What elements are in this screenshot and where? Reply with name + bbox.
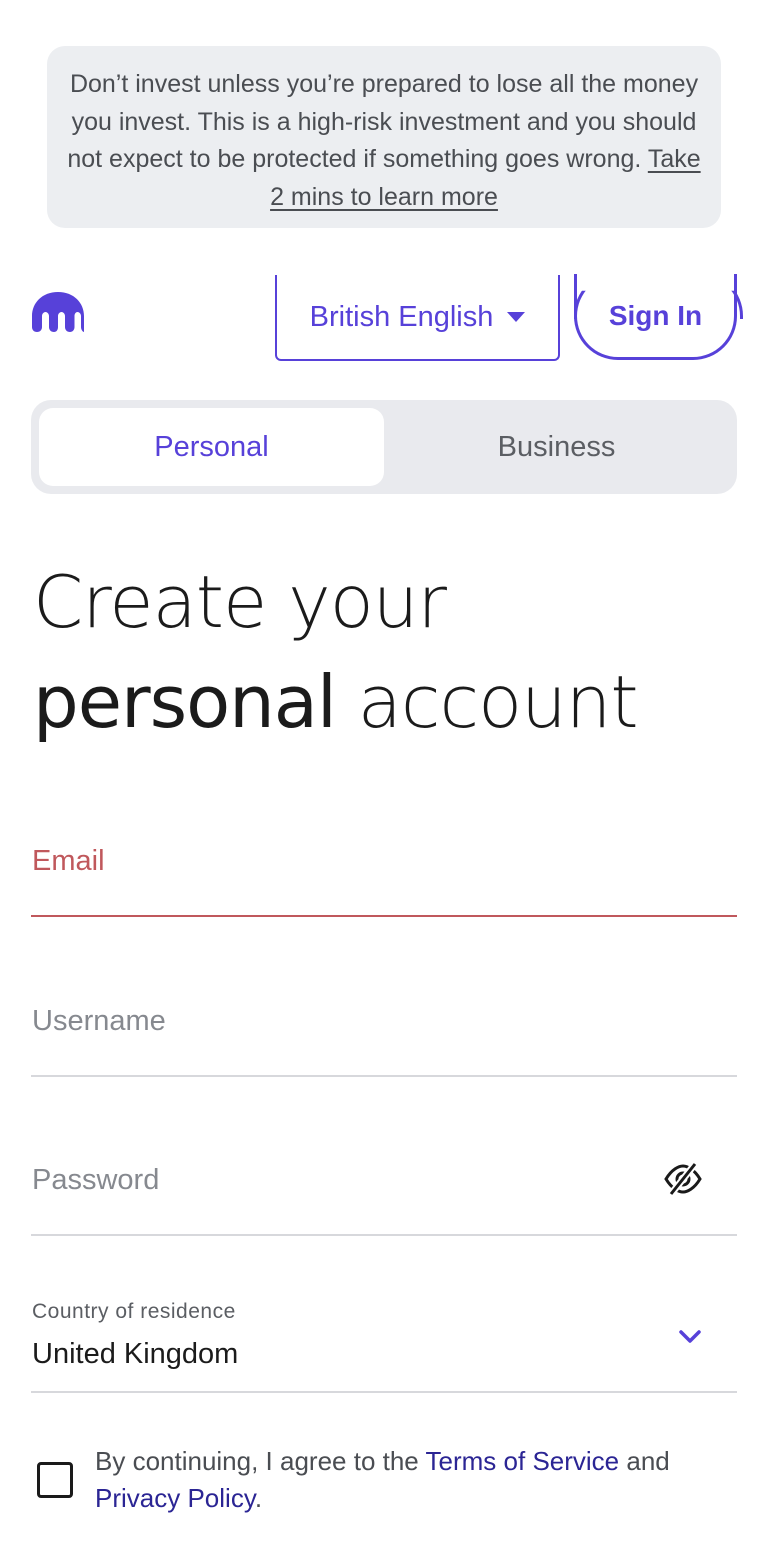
- email-label: Email: [32, 845, 105, 877]
- country-label: Country of residence: [32, 1300, 236, 1323]
- consent-prefix: By continuing, I agree to the: [95, 1446, 426, 1476]
- sign-in-button[interactable]: Sign In: [574, 274, 737, 360]
- page-title-rest: account: [335, 660, 639, 744]
- language-selector[interactable]: British English: [275, 275, 560, 361]
- risk-warning-text: Don’t invest unless you’re prepared to l…: [67, 70, 699, 173]
- page-title-line2: personal account: [33, 652, 743, 752]
- username-label: Username: [32, 1005, 166, 1037]
- tab-personal[interactable]: Personal: [39, 408, 384, 486]
- chevron-down-icon: [679, 1330, 701, 1343]
- consent-text: By continuing, I agree to the Terms of S…: [95, 1443, 745, 1517]
- terms-link[interactable]: Terms of Service: [426, 1446, 620, 1476]
- password-field[interactable]: Password: [31, 1150, 737, 1236]
- password-label: Password: [32, 1164, 160, 1196]
- eye-slash-icon[interactable]: [663, 1162, 703, 1196]
- consent-checkbox[interactable]: [37, 1462, 73, 1498]
- email-field[interactable]: Email: [31, 830, 737, 917]
- username-field[interactable]: Username: [31, 990, 737, 1077]
- sign-in-label: Sign In: [608, 299, 703, 331]
- page-title: Create your personal account: [33, 552, 743, 752]
- caret-down-icon: [507, 312, 526, 322]
- kraken-logo-icon[interactable]: [30, 290, 86, 332]
- page-title-emphasis: personal: [33, 660, 337, 744]
- page-title-line1: Create your: [33, 560, 447, 644]
- consent-suffix: .: [254, 1483, 263, 1513]
- privacy-link[interactable]: Privacy Policy: [95, 1483, 255, 1513]
- language-label: British English: [309, 300, 494, 333]
- country-value: United Kingdom: [32, 1338, 239, 1370]
- country-select[interactable]: Country of residence United Kingdom: [31, 1290, 737, 1393]
- tab-business[interactable]: Business: [384, 408, 729, 486]
- risk-warning-banner: Don’t invest unless you’re prepared to l…: [47, 46, 721, 228]
- consent-middle: and: [619, 1446, 670, 1476]
- account-type-switch: Personal Business: [31, 400, 737, 494]
